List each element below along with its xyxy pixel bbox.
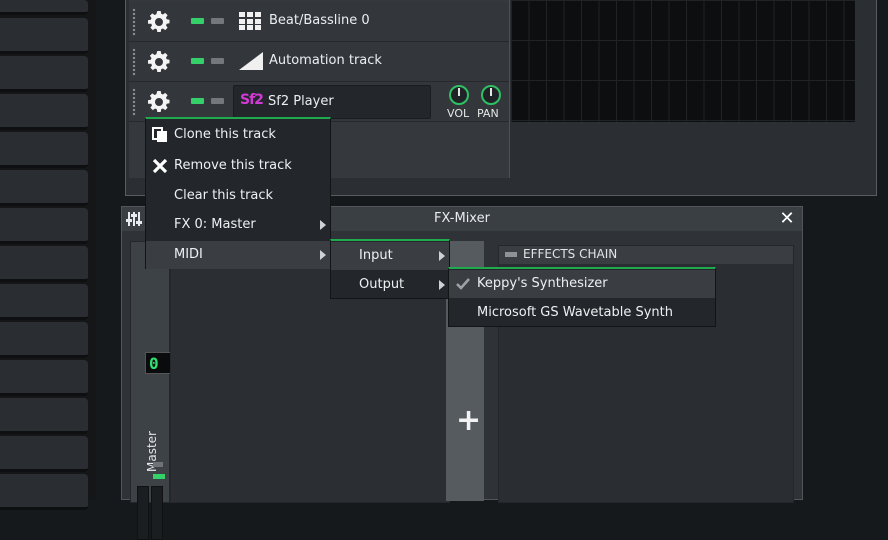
gear-icon[interactable] [147, 10, 171, 34]
close-icon[interactable]: ✕ [778, 207, 796, 231]
submenu-arrow-icon [439, 251, 445, 261]
menu-item-output[interactable]: Output [331, 271, 449, 299]
menu-item-label: Clone this track [174, 127, 276, 142]
submenu-arrow-icon [320, 220, 326, 230]
drag-handle[interactable] [132, 8, 136, 36]
master-channel[interactable]: 0 Master [130, 241, 175, 540]
vol-label: VOL [447, 107, 470, 120]
drag-handle[interactable] [132, 88, 136, 116]
menu-item-label: Input [359, 248, 393, 263]
piano-key [0, 284, 88, 320]
pattern-grid[interactable] [511, 0, 855, 122]
mute-button[interactable] [153, 462, 163, 467]
piano-key [0, 322, 88, 358]
track-name: Sf2 Player [268, 94, 334, 109]
drag-handle[interactable] [132, 48, 136, 76]
mixer-icon [126, 212, 142, 226]
piano-key [0, 0, 88, 15]
plus-icon[interactable]: + [456, 403, 481, 438]
menu-item-remove[interactable]: Remove this track [146, 152, 330, 180]
volume-knob[interactable] [449, 85, 469, 105]
level-meter-left [137, 486, 149, 540]
level-meter-right [151, 486, 163, 540]
gear-icon[interactable] [147, 90, 171, 114]
channel-number: 0 [149, 354, 159, 373]
menu-item-label: FX 0: Master [174, 217, 256, 232]
menu-item-label: Keppy's Synthesizer [477, 276, 608, 291]
gear-icon[interactable] [147, 50, 171, 74]
solo-led[interactable] [211, 58, 224, 64]
piano-key [0, 474, 88, 510]
instrument-button[interactable]: Sf2 Sf2 Player [233, 85, 431, 119]
menu-item-midi[interactable]: MIDI [146, 241, 330, 269]
effects-chain-label: EFFECTS CHAIN [523, 247, 618, 261]
submenu-arrow-icon [439, 280, 445, 290]
track-name[interactable]: Automation track [269, 53, 382, 68]
pan-label: PAN [477, 107, 499, 120]
menu-item-clear[interactable]: Clear this track [146, 182, 330, 210]
menu-item-clone[interactable]: Clone this track [146, 121, 330, 149]
remove-icon [152, 158, 168, 174]
piano-key [0, 436, 88, 472]
midi-submenu: Input Output [330, 239, 450, 299]
effects-chain-toggle[interactable] [505, 252, 517, 257]
menu-item-keppys-synthesizer[interactable]: Keppy's Synthesizer [449, 270, 715, 298]
beat-bassline-icon [239, 12, 261, 30]
track-name[interactable]: Beat/Bassline 0 [269, 13, 370, 28]
piano-key [0, 56, 88, 92]
pan-knob[interactable] [481, 85, 501, 105]
clone-icon [152, 127, 167, 142]
solo-led[interactable] [211, 18, 224, 24]
piano-key [0, 170, 88, 206]
menu-item-ms-gs-wavetable[interactable]: Microsoft GS Wavetable Synth [449, 299, 715, 327]
solo-led[interactable] [153, 474, 165, 479]
piano-key [0, 246, 88, 282]
checkmark-icon [456, 278, 470, 290]
window-title: FX-Mixer [434, 211, 490, 226]
effects-chain-header: EFFECTS CHAIN [499, 246, 793, 264]
output-submenu: Keppy's Synthesizer Microsoft GS Wavetab… [448, 267, 716, 327]
menu-item-label: Clear this track [174, 188, 274, 203]
solo-led[interactable] [211, 98, 224, 104]
mute-led[interactable] [191, 98, 204, 104]
menu-item-label: Microsoft GS Wavetable Synth [477, 305, 674, 320]
menu-item-input[interactable]: Input [331, 242, 449, 270]
piano-key [0, 94, 88, 130]
menu-item-fx-channel[interactable]: FX 0: Master [146, 211, 330, 239]
track-row-beat-bassline[interactable]: Beat/Bassline 0 [129, 2, 509, 42]
piano-key [0, 398, 88, 434]
piano-roll-keys [0, 0, 96, 510]
menu-item-label: MIDI [174, 247, 203, 262]
track-context-menu: Clone this track Remove this track Clear… [145, 117, 331, 269]
piano-key [0, 132, 88, 168]
mute-led[interactable] [191, 58, 204, 64]
menu-item-label: Remove this track [174, 158, 292, 173]
track-row-automation[interactable]: Automation track [129, 42, 509, 82]
sf2-icon: Sf2 [240, 92, 264, 108]
menu-item-label: Output [359, 277, 405, 292]
piano-key [0, 208, 88, 244]
mute-led[interactable] [191, 18, 204, 24]
piano-key [0, 18, 88, 54]
piano-key [0, 360, 88, 396]
track-row-sf2-player[interactable]: Sf2 Sf2 Player VOL PAN [129, 82, 509, 122]
submenu-arrow-icon [320, 250, 326, 260]
automation-icon [239, 52, 263, 70]
